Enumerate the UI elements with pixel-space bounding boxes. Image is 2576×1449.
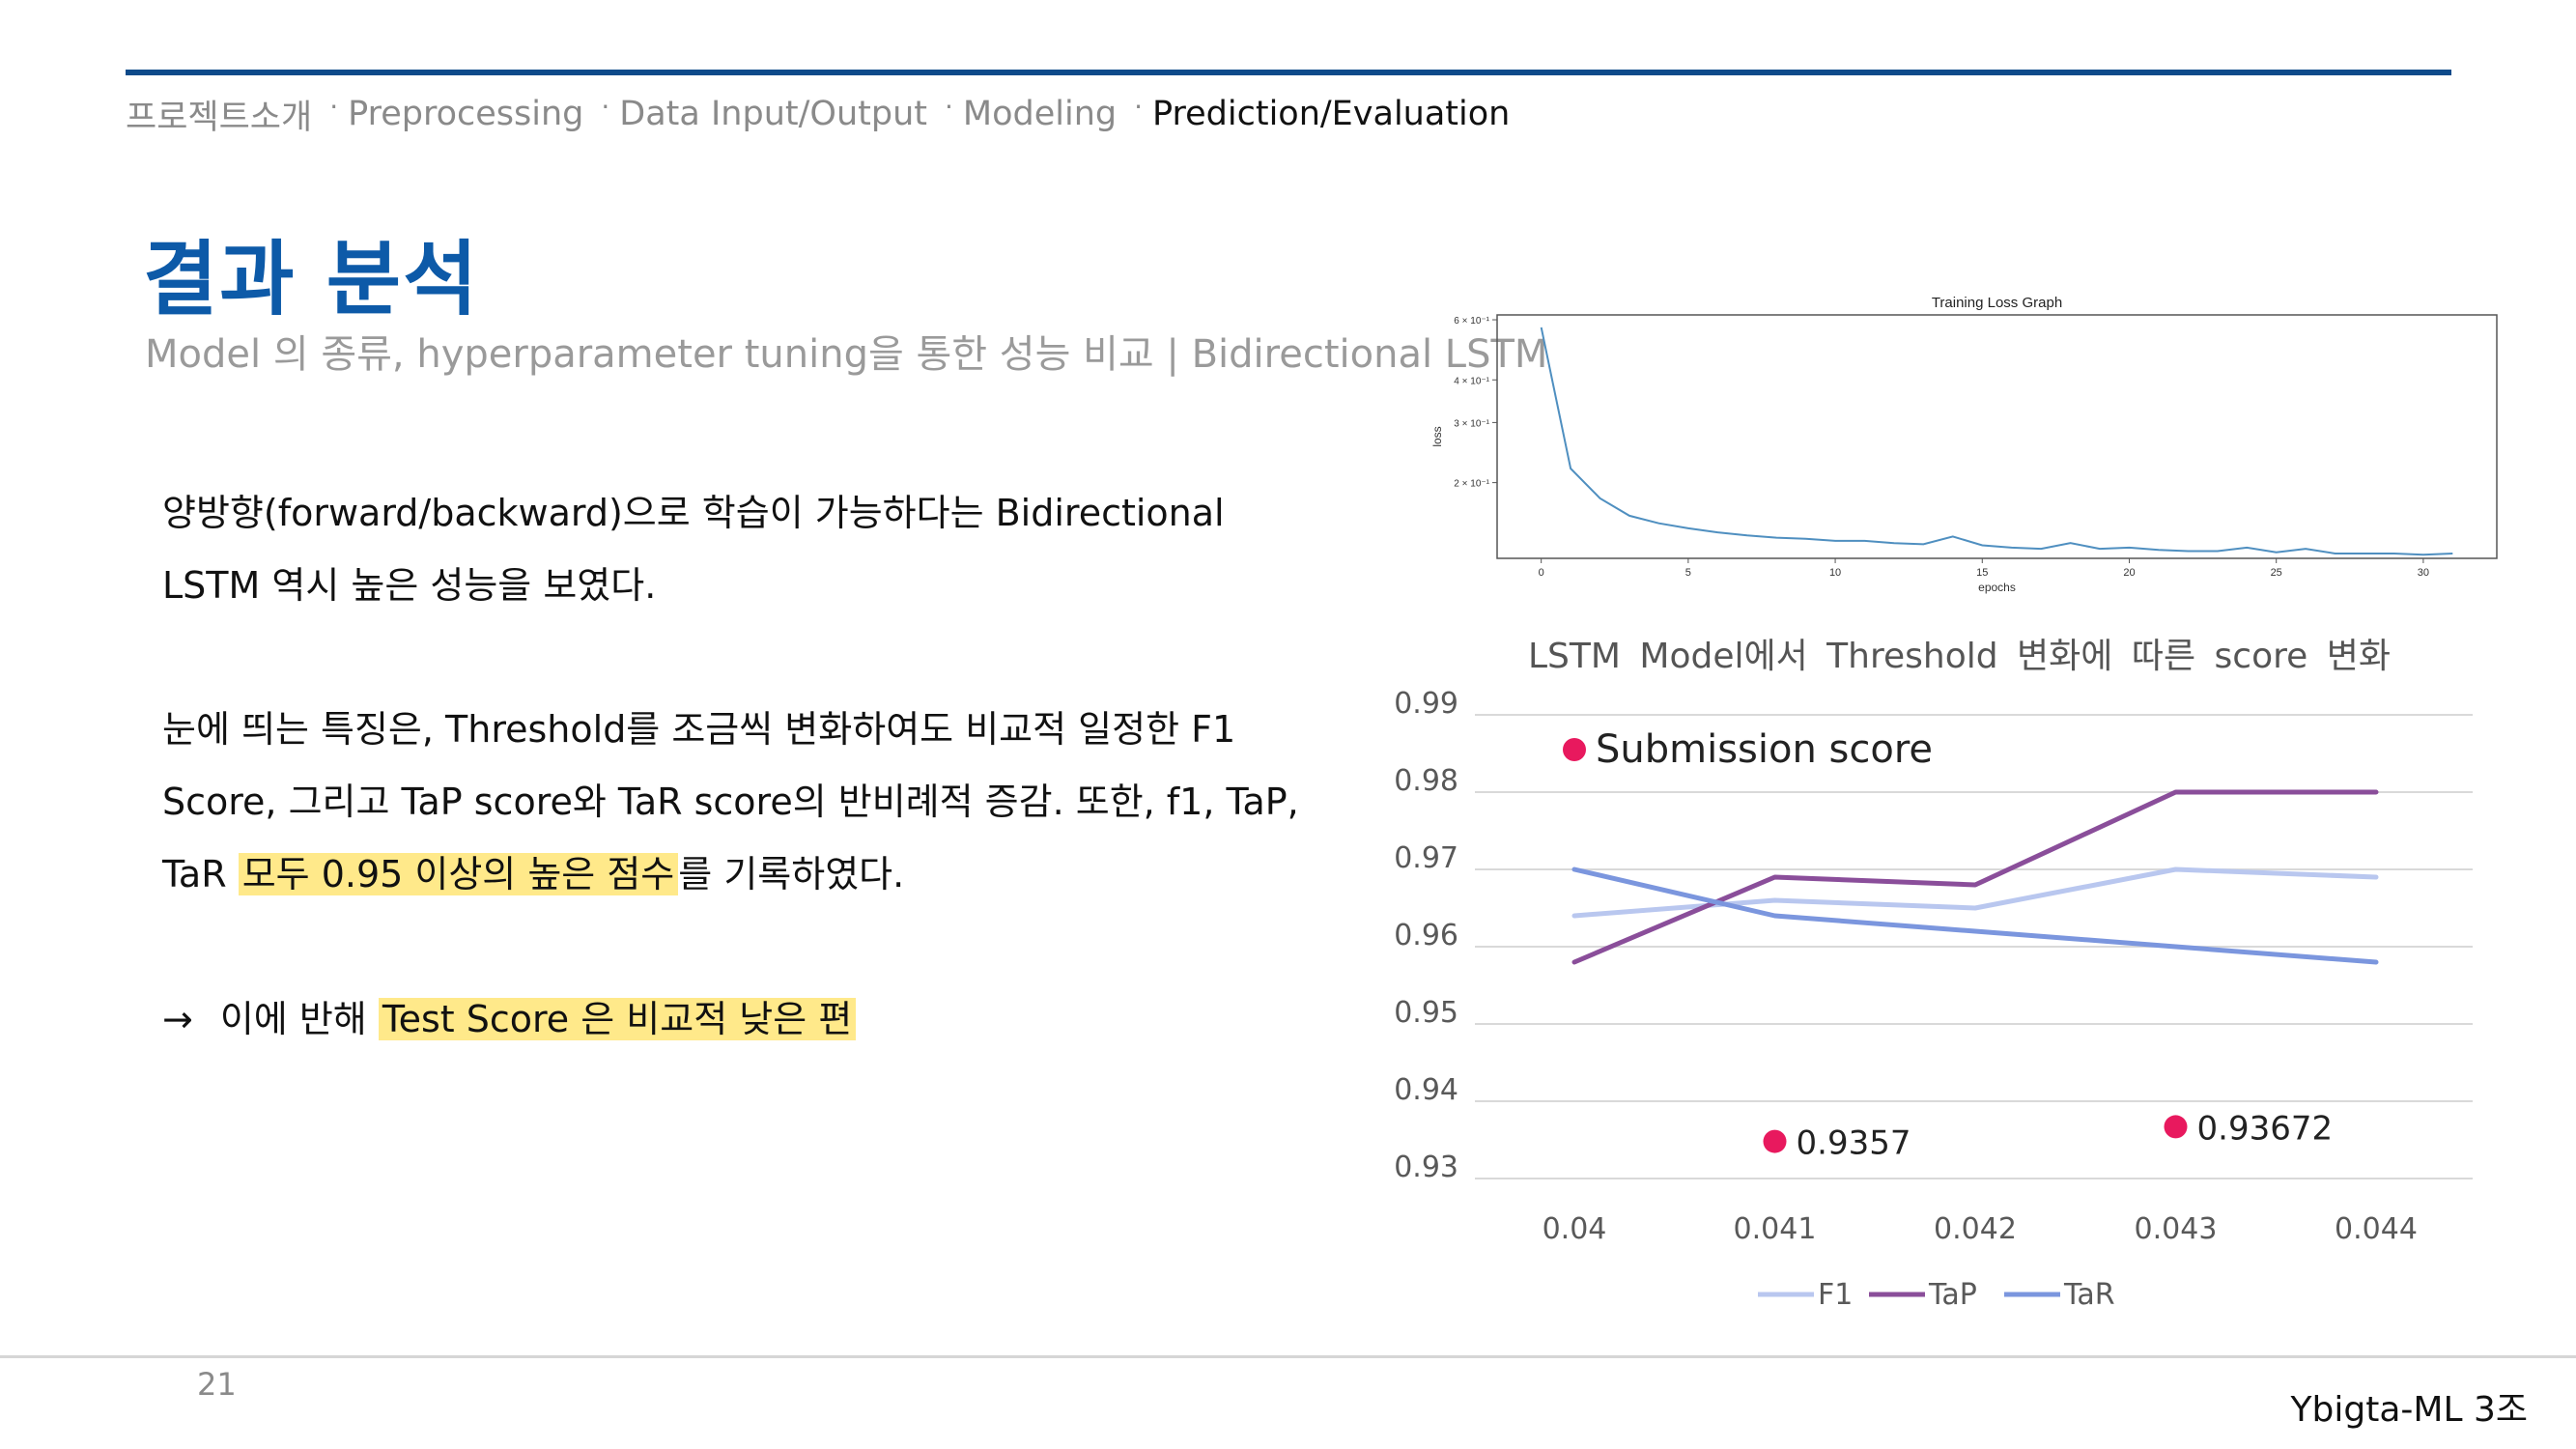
- loss-x-tick-label: 5: [1685, 567, 1691, 579]
- highlight-test-score: Test Score 은 비교적 낮은 편: [378, 998, 857, 1040]
- x-tick-label: 0.04: [1543, 1212, 1607, 1246]
- y-tick-label: 0.94: [1394, 1073, 1458, 1107]
- paragraph-features: 눈에 띄는 특징은, Threshold를 조금씩 변화하여도 비교적 일정한 …: [162, 694, 1302, 911]
- page-subtitle: Model 의 종류, hyperparameter tuning을 통한 성능…: [145, 332, 1548, 377]
- y-tick-label: 0.96: [1394, 919, 1458, 952]
- loss-y-tick-label: 2 × 10⁻¹: [1454, 479, 1489, 490]
- nav-item-modeling[interactable]: Modeling: [963, 95, 1117, 133]
- nav-item-intro[interactable]: 프로젝트소개: [126, 90, 312, 139]
- training-loss-svg: Training Loss Graph 0 5 10 15 20 25 30 2 × 10⁻¹ 3…: [1430, 295, 2498, 594]
- annotation-label: 0.9357: [1797, 1124, 1911, 1163]
- legend-label-f1: F1: [1818, 1278, 1853, 1312]
- annotation-label: Submission score: [1596, 727, 1933, 772]
- y-tick-label: 0.93: [1394, 1151, 1458, 1184]
- x-tick-label: 0.042: [1934, 1212, 2017, 1246]
- paragraph-test-text: 이에 반해: [219, 998, 379, 1040]
- nav-separator: ·: [329, 90, 339, 123]
- y-tick-label: 0.99: [1394, 687, 1458, 721]
- annotation-dot: [1563, 738, 1586, 761]
- loss-x-tick-label: 25: [2271, 567, 2282, 579]
- series-line-tap: [1571, 789, 2379, 965]
- arrow-right-icon: →: [162, 998, 193, 1040]
- loss-plot-frame: [1496, 314, 2498, 559]
- loss-x-tick-label: 30: [2418, 567, 2429, 579]
- training-loss-chart: Training Loss Graph 0 5 10 15 20 25 30 2 × 10⁻¹ 3…: [1420, 290, 2511, 609]
- annotation-dot: [2164, 1115, 2188, 1139]
- loss-x-tick-label: 15: [1976, 567, 1988, 579]
- threshold-score-chart: 0.93 0.94 0.95 0.96 0.97 0.98 0.99 0.04 0.041 0.0…: [1372, 676, 2492, 1333]
- x-tick-label: 0.041: [1734, 1212, 1817, 1246]
- x-tick-label: 0.043: [2135, 1212, 2218, 1246]
- page-number: 21: [197, 1366, 237, 1403]
- nav-item-preprocessing[interactable]: Preprocessing: [348, 95, 583, 133]
- threshold-chart-title: LSTM Model에서 Threshold 변화에 따른 score 변화: [1528, 637, 2391, 676]
- header-rule: [126, 70, 2451, 75]
- loss-x-tick-label: 20: [2123, 567, 2135, 579]
- paragraph-test-score: → 이에 반해 Test Score 은 비교적 낮은 편: [162, 983, 1302, 1056]
- nav-item-data-io[interactable]: Data Input/Output: [619, 95, 927, 133]
- y-tick-label: 0.97: [1394, 841, 1458, 875]
- loss-x-axis-label: epochs: [1978, 581, 2016, 594]
- threshold-score-svg: 0.93 0.94 0.95 0.96 0.97 0.98 0.99 0.04 0.041 0.0…: [1394, 687, 2473, 1312]
- loss-y-axis-label: loss: [1430, 426, 1444, 446]
- breadcrumb-nav: 프로젝트소개 · Preprocessing · Data Input/Outp…: [126, 90, 1510, 137]
- nav-separator: ·: [1134, 90, 1144, 123]
- x-tick-label: 0.044: [2335, 1212, 2418, 1246]
- loss-x-tick-label: 0: [1539, 567, 1544, 579]
- nav-separator: ·: [601, 90, 610, 123]
- team-label: Ybigta-ML 3조: [2290, 1390, 2528, 1430]
- legend-label-tap: TaP: [1928, 1278, 1977, 1312]
- loss-x-tick-label: 10: [1829, 567, 1841, 579]
- paragraph-bidirectional: 양방향(forward/backward)으로 학습이 가능하다는 Bidire…: [162, 492, 1225, 607]
- loss-y-tick-label: 4 × 10⁻¹: [1454, 376, 1489, 386]
- paragraph-features-end: 를 기록하였다.: [678, 853, 905, 895]
- y-tick-label: 0.95: [1394, 996, 1458, 1030]
- annotation-label: 0.93672: [2197, 1109, 2334, 1148]
- nav-item-prediction[interactable]: Prediction/Evaluation: [1152, 95, 1510, 133]
- footer-rule: [0, 1355, 2576, 1358]
- page-title: 결과 분석: [143, 232, 480, 327]
- loss-series-line: [1540, 327, 2453, 556]
- loss-y-tick-label: 3 × 10⁻¹: [1454, 418, 1489, 429]
- legend-label-tar: TaR: [2063, 1278, 2115, 1312]
- highlight-score: 모두 0.95 이상의 높은 점수: [238, 853, 679, 895]
- loss-chart-title: Training Loss Graph: [1932, 295, 2062, 311]
- annotation-dot: [1763, 1129, 1787, 1153]
- y-tick-label: 0.98: [1394, 764, 1458, 798]
- loss-y-tick-label: 6 × 10⁻¹: [1454, 316, 1489, 327]
- nav-separator: ·: [944, 90, 953, 123]
